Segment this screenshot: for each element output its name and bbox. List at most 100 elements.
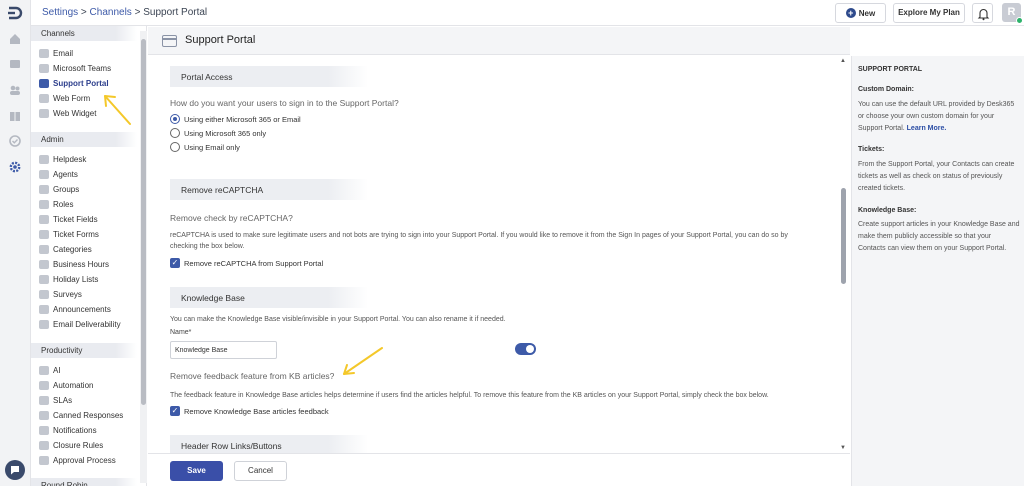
nav-item-label: Roles (53, 200, 74, 209)
chat-icon[interactable] (5, 460, 25, 480)
breadcrumb-settings[interactable]: Settings (42, 7, 78, 18)
knowledge-base-icon[interactable] (9, 110, 21, 122)
remove-kb-feedback-checkbox[interactable]: ✓ Remove Knowledge Base articles feedback (170, 405, 329, 417)
nav-item-categories[interactable]: Categories (39, 243, 137, 256)
groups-icon (39, 185, 49, 194)
section-header-recaptcha: Remove reCAPTCHA (170, 179, 830, 200)
email-deliverability-icon (39, 320, 49, 329)
nav-item-label: Approval Process (53, 456, 116, 465)
nav-item-approval-process[interactable]: Approval Process (39, 454, 137, 467)
new-button-label: New (858, 8, 876, 18)
nav-item-ticket-fields[interactable]: Ticket Fields (39, 213, 137, 226)
kb-name-input[interactable] (170, 341, 277, 359)
kb-visibility-toggle[interactable] (515, 343, 536, 355)
scroll-down-icon[interactable]: ▼ (840, 445, 846, 451)
nav-item-ticket-forms[interactable]: Ticket Forms (39, 228, 137, 241)
save-button[interactable]: Save (170, 461, 223, 481)
web-widget-icon (39, 109, 49, 118)
breadcrumb: Settings > Channels > Support Portal (42, 7, 207, 18)
section-title: Knowledge Base (181, 293, 245, 303)
surveys-icon (39, 290, 49, 299)
business-hours-icon (39, 260, 49, 269)
nav-item-agents[interactable]: Agents (39, 168, 137, 181)
nav-item-closure-rules[interactable]: Closure Rules (39, 439, 137, 452)
content-scrollbar[interactable]: ▲ ▼ (838, 56, 850, 453)
kb-feedback-description: The feedback feature in Knowledge Base a… (170, 392, 769, 399)
nav-item-announcements[interactable]: Announcements (39, 303, 137, 316)
nav-item-canned-responses[interactable]: Canned Responses (39, 409, 137, 422)
nav-item-groups[interactable]: Groups (39, 183, 137, 196)
nav-item-holiday-lists[interactable]: Holiday Lists (39, 273, 137, 286)
radio-unselected-icon (170, 128, 180, 138)
nav-item-email-deliverability[interactable]: Email Deliverability (39, 318, 137, 331)
cancel-button[interactable]: Cancel (234, 461, 287, 481)
avatar[interactable]: R (1002, 3, 1023, 24)
email-icon (39, 49, 49, 58)
nav-item-ai[interactable]: AI (39, 364, 137, 377)
section-title: Header Row Links/Buttons (181, 441, 282, 451)
help-custom-domain-heading: Custom Domain: (858, 86, 914, 93)
nav-item-label: Canned Responses (53, 411, 124, 420)
nav-item-notifications[interactable]: Notifications (39, 424, 137, 437)
learn-more-link[interactable]: Learn More. (907, 125, 947, 132)
help-custom-domain-text: You can use the default URL provided by … (858, 99, 1020, 135)
nav-item-slas[interactable]: SLAs (39, 394, 137, 407)
nav-item-microsoft-teams[interactable]: Microsoft Teams (39, 62, 137, 75)
holiday-lists-icon (39, 275, 49, 284)
help-tickets-text: From the Support Portal, your Contacts c… (858, 161, 1015, 192)
closure-rules-icon (39, 441, 49, 450)
ai-icon (39, 366, 49, 375)
nav-item-email[interactable]: Email (39, 47, 137, 60)
nav-item-label: Closure Rules (53, 441, 104, 450)
top-bar: Settings > Channels > Support Portal + N… (31, 0, 1024, 26)
content-scrollbar-thumb[interactable] (841, 188, 846, 284)
nav-item-support-portal[interactable]: Support Portal (39, 77, 137, 90)
nav-item-label: Automation (53, 381, 94, 390)
nav-item-label: Email (53, 49, 74, 58)
nav-item-helpdesk[interactable]: Helpdesk (39, 153, 137, 166)
tasks-icon[interactable] (9, 135, 21, 147)
new-button[interactable]: + New (835, 3, 886, 23)
breadcrumb-current: Support Portal (143, 7, 208, 18)
radio-microsoft365-or-email[interactable]: Using either Microsoft 365 or Email (170, 113, 301, 125)
nav-item-automation[interactable]: Automation (39, 379, 137, 392)
nav-item-surveys[interactable]: Surveys (39, 288, 137, 301)
portal-icon (39, 79, 49, 88)
breadcrumb-channels[interactable]: Channels (90, 7, 132, 18)
contacts-icon[interactable] (9, 84, 21, 96)
radio-microsoft365-only[interactable]: Using Microsoft 365 only (170, 127, 266, 139)
agents-icon (39, 170, 49, 179)
nav-scrollbar[interactable] (140, 31, 147, 483)
nav-item-label: SLAs (53, 396, 73, 405)
ticket-fields-icon (39, 215, 49, 224)
nav-heading-productivity: Productivity (31, 343, 137, 358)
nav-item-label: Groups (53, 185, 80, 194)
breadcrumb-separator: > (78, 7, 90, 18)
explore-my-plan-button[interactable]: Explore My Plan (893, 3, 965, 23)
plus-icon: + (845, 8, 856, 18)
settings-icon[interactable] (9, 161, 21, 173)
nav-item-business-hours[interactable]: Business Hours (39, 258, 137, 271)
scroll-up-icon[interactable]: ▲ (840, 58, 846, 64)
nav-item-roles[interactable]: Roles (39, 198, 137, 211)
radio-email-only[interactable]: Using Email only (170, 141, 240, 153)
help-kb-text: Create support articles in your Knowledg… (858, 221, 1020, 252)
remove-recaptcha-checkbox[interactable]: ✓ Remove reCAPTCHA from Support Portal (170, 257, 323, 269)
online-status-dot (1016, 17, 1023, 24)
notifications-button[interactable] (972, 3, 993, 23)
nav-item-label: Ticket Fields (53, 215, 98, 224)
portal-icon (162, 35, 177, 47)
home-icon[interactable] (9, 33, 21, 45)
nav-scrollbar-thumb[interactable] (141, 39, 146, 405)
help-title: SUPPORT PORTAL (858, 66, 923, 73)
section-header-knowledge-base: Knowledge Base (170, 287, 830, 308)
nav-item-label: Announcements (53, 305, 111, 314)
logo-icon[interactable] (7, 6, 23, 20)
icon-rail (0, 0, 31, 486)
inbox-icon[interactable] (9, 58, 21, 70)
announcements-icon (39, 305, 49, 314)
categories-icon (39, 245, 49, 254)
radio-unselected-icon (170, 142, 180, 152)
helpdesk-icon (39, 155, 49, 164)
ticket-forms-icon (39, 230, 49, 239)
